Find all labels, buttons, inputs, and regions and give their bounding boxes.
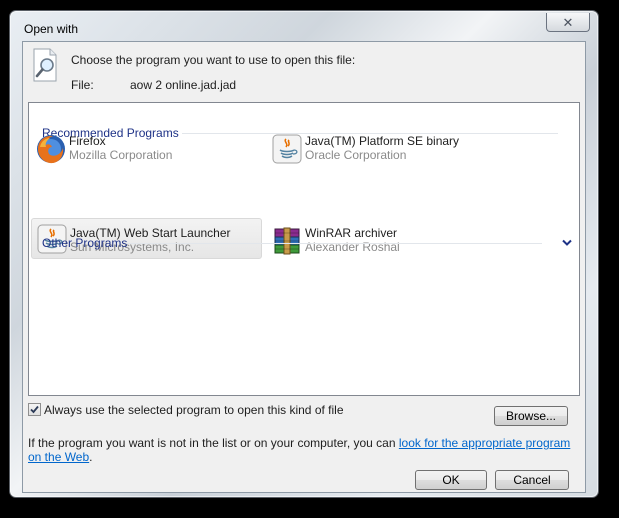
browse-button[interactable]: Browse... [494,406,568,426]
help-text-suffix: . [89,450,93,464]
group-divider [127,243,542,244]
file-name: aow 2 online.jad.jad [130,78,237,92]
program-name: WinRAR archiver [305,226,398,240]
help-text: If the program you want is not in the li… [28,436,576,464]
always-use-checkbox[interactable] [28,403,41,416]
always-use-label: Always use the selected program to open … [44,403,344,417]
program-vendor: Mozilla Corporation [69,148,173,162]
open-with-dialog: Open with ✕ Choose the program you want … [9,10,599,498]
file-label: File: [71,78,94,92]
cancel-button[interactable]: Cancel [495,470,569,490]
close-button[interactable]: ✕ [546,13,590,32]
dialog-body: Choose the program you want to use to op… [22,41,586,493]
program-name: Java(TM) Platform SE binary [305,134,460,148]
checkmark-icon [30,405,39,414]
close-icon: ✕ [562,14,574,30]
program-firefox[interactable]: Firefox Mozilla Corporation [31,129,257,165]
prompt-text: Choose the program you want to use to op… [71,53,356,67]
program-java-platform-se[interactable]: Java(TM) Platform SE binary Oracle Corpo… [267,129,493,165]
help-text-body: If the program you want is not in the li… [28,436,399,450]
chevron-down-icon[interactable] [562,239,572,247]
title-bar[interactable]: Open with ✕ [10,11,598,39]
program-vendor: Oracle Corporation [305,148,407,162]
program-name: Firefox [69,134,106,148]
ok-button[interactable]: OK [415,470,487,490]
document-search-icon [33,48,57,82]
other-programs-heading[interactable]: Other Programs [42,236,127,250]
firefox-icon [37,135,65,164]
program-list[interactable]: Recommended Programs Firefox Mozilla Cor… [28,102,580,396]
program-winrar[interactable]: WinRAR archiver Alexander Roshal [267,221,493,257]
winrar-icon [274,227,300,255]
java-icon [272,134,302,164]
window-title: Open with [24,22,79,36]
